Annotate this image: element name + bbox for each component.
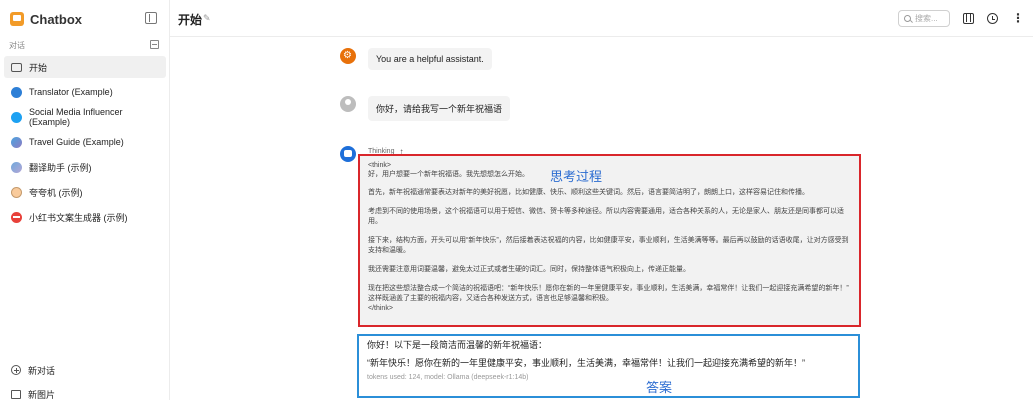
bulb-icon (11, 186, 22, 198)
sidebar-item-praise-bot[interactable]: 夸夸机 (示例) (4, 181, 166, 203)
clear-conversations-icon[interactable] (150, 40, 159, 49)
avatar-icon (11, 86, 22, 98)
thinking-process-annotation: 思考过程 (550, 169, 603, 184)
sidebar-item-start[interactable]: 开始 (4, 56, 166, 78)
think-open-tag: <think> (368, 162, 391, 169)
gear-icon (340, 48, 356, 64)
think-paragraph: 首先，新年祝福通常要表达对新年的美好祝愿，比如健康、快乐、顺利这些关键词。然后，… (368, 189, 809, 196)
page-title: 开始 (178, 13, 203, 27)
message-bubble: 你好，请给我写一个新年祝福语 (368, 96, 511, 121)
app-name: Chatbox (30, 11, 82, 27)
system-message: You are a helpful assistant. (340, 48, 492, 70)
answer-text: “新年快乐！愿你在新的一年里健康平安，事业顺利，生活美满，幸福常伴！让我们一起迎… (367, 358, 805, 368)
conversations-label: 对话 (9, 41, 25, 50)
answer-content: 你好！以下是一段简洁而温馨的新年祝福语： “新年快乐！愿你在新的一年里健康平安，… (357, 334, 860, 398)
message-bubble: You are a helpful assistant. (368, 48, 492, 70)
chatbox-app: Chatbox 对话 开始 Translator (Example) Socia… (0, 0, 1033, 400)
plus-circle-icon (11, 365, 21, 375)
sidebar-item-xiaohongshu[interactable]: 小红书文案生成器 (示例) (4, 206, 166, 228)
think-paragraph: 现在把这些想法整合成一个简洁的祝福语吧：“新年快乐！愿你在新的一年里健康平安，事… (368, 285, 849, 302)
search-placeholder: 搜索... (915, 14, 938, 23)
conversation-list: 开始 Translator (Example) Social Media Inf… (4, 56, 166, 231)
chatbox-logo-icon (10, 12, 24, 26)
think-first-line: 好，用户想要一个新年祝福语。我先想想怎么开始。 (368, 171, 529, 178)
sidebar-item-social-media[interactable]: Social Media Influencer (Example) (4, 106, 166, 128)
user-message: 你好，请给我写一个新年祝福语 (340, 96, 511, 121)
new-image-button[interactable]: 新图片 (11, 386, 161, 400)
token-info: tokens used: 124, model: Ollama (deepsee… (367, 374, 529, 381)
sidebar-item-label: Translator (Example) (29, 87, 113, 97)
think-paragraph: 我还需要注意用词要温馨，避免太过正式或者生硬的词汇。同时，保持整体语气积极向上，… (368, 266, 690, 273)
chat-icon (11, 63, 22, 72)
sidebar-item-label: Travel Guide (Example) (29, 137, 124, 147)
assistant-message: Thinking ↑ <think> 好，用户想要一个新年祝福语。我先想想怎么开… (358, 146, 1032, 327)
brand: Chatbox (10, 10, 82, 28)
think-paragraph: 考虑到不同的使用场景，这个祝福语可以用于短信、微信、贺卡等多种途径。所以内容需要… (368, 208, 844, 225)
sidebar-item-translation-assistant[interactable]: 翻译助手 (示例) (4, 156, 166, 178)
new-chat-label: 新对话 (28, 365, 56, 376)
sidebar-item-translator[interactable]: Translator (Example) (4, 81, 166, 103)
think-close-tag: </think> (368, 305, 393, 312)
user-avatar-icon (340, 96, 356, 112)
sidebar: Chatbox 对话 开始 Translator (Example) Socia… (0, 0, 170, 400)
search-input[interactable]: 搜索... (898, 10, 950, 27)
robot-icon (11, 161, 22, 173)
sidebar-item-label: 开始 (29, 62, 48, 73)
chat-main: 开始 ✎ 搜索... ⋮ You are a helpful assistant… (170, 0, 1033, 400)
think-paragraph: 接下来，结构方面，开头可以用“新年快乐”，然后接着表达祝福的内容，比如健康平安，… (368, 237, 849, 254)
search-icon (904, 15, 911, 22)
sidebar-item-label: Social Media Influencer (Example) (29, 107, 123, 127)
robot-avatar-icon (340, 146, 356, 162)
sidebar-item-label: 夸夸机 (示例) (29, 187, 83, 198)
sidebar-item-travel-guide[interactable]: Travel Guide (Example) (4, 131, 166, 153)
image-icon (11, 389, 21, 399)
more-icon[interactable]: ⋮ (1012, 12, 1024, 24)
layout-icon[interactable] (963, 13, 974, 24)
new-chat-button[interactable]: 新对话 (11, 362, 161, 378)
pencil-icon[interactable]: ✎ (203, 14, 211, 23)
sidebar-item-label: 翻译助手 (示例) (29, 162, 92, 173)
history-icon[interactable] (987, 13, 998, 24)
twitter-icon (11, 111, 22, 123)
answer-intro: 你好！以下是一段简洁而温馨的新年祝福语： (367, 340, 548, 350)
collapse-sidebar-icon[interactable] (145, 12, 157, 24)
globe-icon (11, 136, 22, 148)
answer-annotation: 答案 (646, 380, 673, 395)
thinking-content: <think> 好，用户想要一个新年祝福语。我先想想怎么开始。 首先，新年祝福通… (358, 154, 861, 327)
sidebar-item-label: 小红书文案生成器 (示例) (29, 212, 128, 223)
topbar: 开始 ✎ 搜索... ⋮ (170, 0, 1033, 37)
new-image-label: 新图片 (28, 389, 56, 400)
red-icon (11, 211, 22, 223)
